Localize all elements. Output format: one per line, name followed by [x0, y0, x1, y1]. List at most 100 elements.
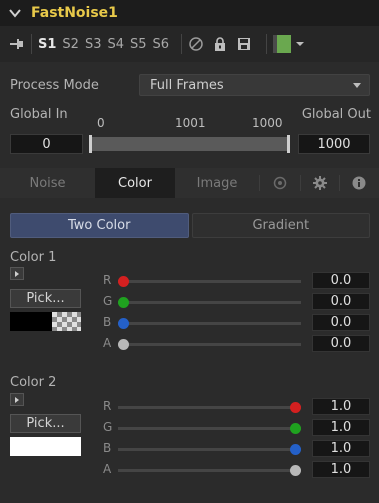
range-tick-mid: 1001	[175, 116, 206, 130]
two-color-button[interactable]: Two Color	[10, 213, 189, 238]
color2-swatch	[10, 437, 81, 456]
global-range-slider[interactable]	[90, 137, 288, 151]
chevron-right-icon	[15, 396, 19, 403]
slot-s4[interactable]: S4	[107, 37, 124, 52]
color-mode-toggle: Two Color Gradient	[10, 213, 370, 238]
color2-g-knob[interactable]	[290, 423, 301, 434]
color1-r-knob[interactable]	[118, 276, 129, 287]
color2-b-knob[interactable]	[290, 444, 301, 455]
color2-r-knob[interactable]	[290, 402, 301, 413]
tab-info[interactable]	[340, 168, 378, 198]
range-handle-in[interactable]	[89, 135, 92, 153]
tab-bar: Noise Color Image	[0, 168, 379, 198]
color1-b-value[interactable]: 0.0	[312, 314, 370, 331]
tab-settings[interactable]	[301, 168, 339, 198]
color1-b-knob[interactable]	[118, 318, 129, 329]
color1-pick-label: Pick...	[26, 291, 65, 306]
slot-s3[interactable]: S3	[85, 37, 102, 52]
divider	[31, 34, 32, 54]
color1-a-label: A	[103, 336, 112, 350]
color1-r-value-text: 0.0	[330, 273, 352, 288]
global-in-field[interactable]: 0	[10, 134, 83, 154]
process-mode-label: Process Mode	[10, 77, 99, 93]
color1-b-slider[interactable]	[118, 322, 301, 325]
color2-pick-button[interactable]: Pick...	[10, 414, 81, 433]
color1-b-value-text: 0.0	[330, 315, 352, 330]
color2-preview[interactable]	[10, 437, 81, 456]
process-mode-value: Full Frames	[150, 77, 224, 93]
color2-b-value-text: 1.0	[330, 441, 352, 456]
disable-icon[interactable]	[188, 36, 204, 52]
color1-g-value-text: 0.0	[330, 294, 352, 309]
color1-r-label: R	[103, 273, 112, 287]
tile-color-swatch[interactable]	[273, 35, 292, 53]
color2-b-slider[interactable]	[118, 448, 301, 451]
global-in-label: Global In	[10, 107, 68, 122]
color1-g-value[interactable]: 0.0	[312, 293, 370, 310]
tool-header[interactable]: FastNoise1	[0, 0, 379, 26]
color2-r-value[interactable]: 1.0	[312, 398, 370, 415]
color1-a-knob[interactable]	[118, 339, 129, 350]
slot-s2[interactable]: S2	[62, 37, 79, 52]
process-mode-row: Process Mode Full Frames	[10, 74, 370, 96]
color1-g-slider[interactable]	[118, 301, 301, 304]
dropdown-arrow-icon[interactable]	[295, 39, 305, 49]
color2-r-value-text: 1.0	[330, 399, 352, 414]
color2-g-label: G	[103, 420, 113, 434]
color2-g-value[interactable]: 1.0	[312, 419, 370, 436]
color2-a-slider[interactable]	[118, 469, 301, 472]
tab-node[interactable]	[260, 168, 300, 198]
color1-r-value[interactable]: 0.0	[312, 272, 370, 289]
color2-b-value[interactable]: 1.0	[312, 440, 370, 457]
save-icon[interactable]	[236, 36, 252, 52]
tab-color-label: Color	[118, 175, 152, 191]
color2-r-label: R	[103, 399, 112, 413]
color2-expand-button[interactable]	[10, 393, 24, 406]
process-mode-dropdown[interactable]: Full Frames	[139, 74, 370, 96]
color1-b-label: B	[103, 315, 112, 329]
inspector-panel: FastNoise1 S1 S2 S3 S4 S5 S6 Process Mod…	[0, 0, 379, 503]
color2-b-label: B	[103, 441, 112, 455]
tab-noise[interactable]: Noise	[0, 168, 95, 198]
range-handle-out[interactable]	[287, 135, 290, 153]
info-icon	[352, 176, 366, 190]
slot-s5[interactable]: S5	[130, 37, 147, 52]
color2-a-knob[interactable]	[290, 465, 301, 476]
color1-title: Color 1	[10, 250, 57, 265]
global-out-label: Global Out	[301, 107, 371, 122]
tab-image[interactable]: Image	[175, 168, 259, 198]
color1-pick-button[interactable]: Pick...	[10, 289, 81, 308]
color1-expand-button[interactable]	[10, 267, 24, 280]
color1-a-slider[interactable]	[118, 343, 301, 346]
color1-swatch	[10, 312, 52, 331]
color1-r-slider[interactable]	[118, 280, 301, 283]
chevron-down-icon[interactable]	[8, 6, 22, 20]
color2-g-slider[interactable]	[118, 427, 301, 430]
gradient-button[interactable]: Gradient	[191, 213, 370, 238]
color1-a-value[interactable]: 0.0	[312, 335, 370, 352]
dropdown-arrow-icon	[353, 83, 361, 88]
global-out-field[interactable]: 1000	[298, 134, 370, 154]
version-toolbar: S1 S2 S3 S4 S5 S6	[0, 26, 379, 62]
slot-s1[interactable]: S1	[38, 37, 56, 52]
color2-pick-label: Pick...	[26, 416, 65, 431]
color1-g-label: G	[103, 294, 113, 308]
global-in-value: 0	[42, 136, 51, 152]
color2-r-slider[interactable]	[118, 406, 301, 409]
slot-s6[interactable]: S6	[153, 37, 170, 52]
two-color-label: Two Color	[68, 218, 131, 233]
pin-icon[interactable]	[9, 36, 25, 52]
node-icon	[273, 176, 287, 190]
divider	[266, 34, 268, 54]
color1-g-knob[interactable]	[118, 297, 129, 308]
color2-a-value[interactable]: 1.0	[312, 461, 370, 478]
swatch-color	[277, 35, 292, 53]
lock-icon[interactable]	[212, 36, 228, 52]
color1-preview[interactable]	[10, 312, 81, 331]
range-tick-end: 1000	[252, 116, 283, 130]
tab-image-label: Image	[196, 175, 238, 191]
color2-a-label: A	[103, 462, 112, 476]
gear-icon	[313, 176, 327, 190]
global-out-value: 1000	[317, 136, 351, 152]
tab-color[interactable]: Color	[95, 168, 175, 198]
